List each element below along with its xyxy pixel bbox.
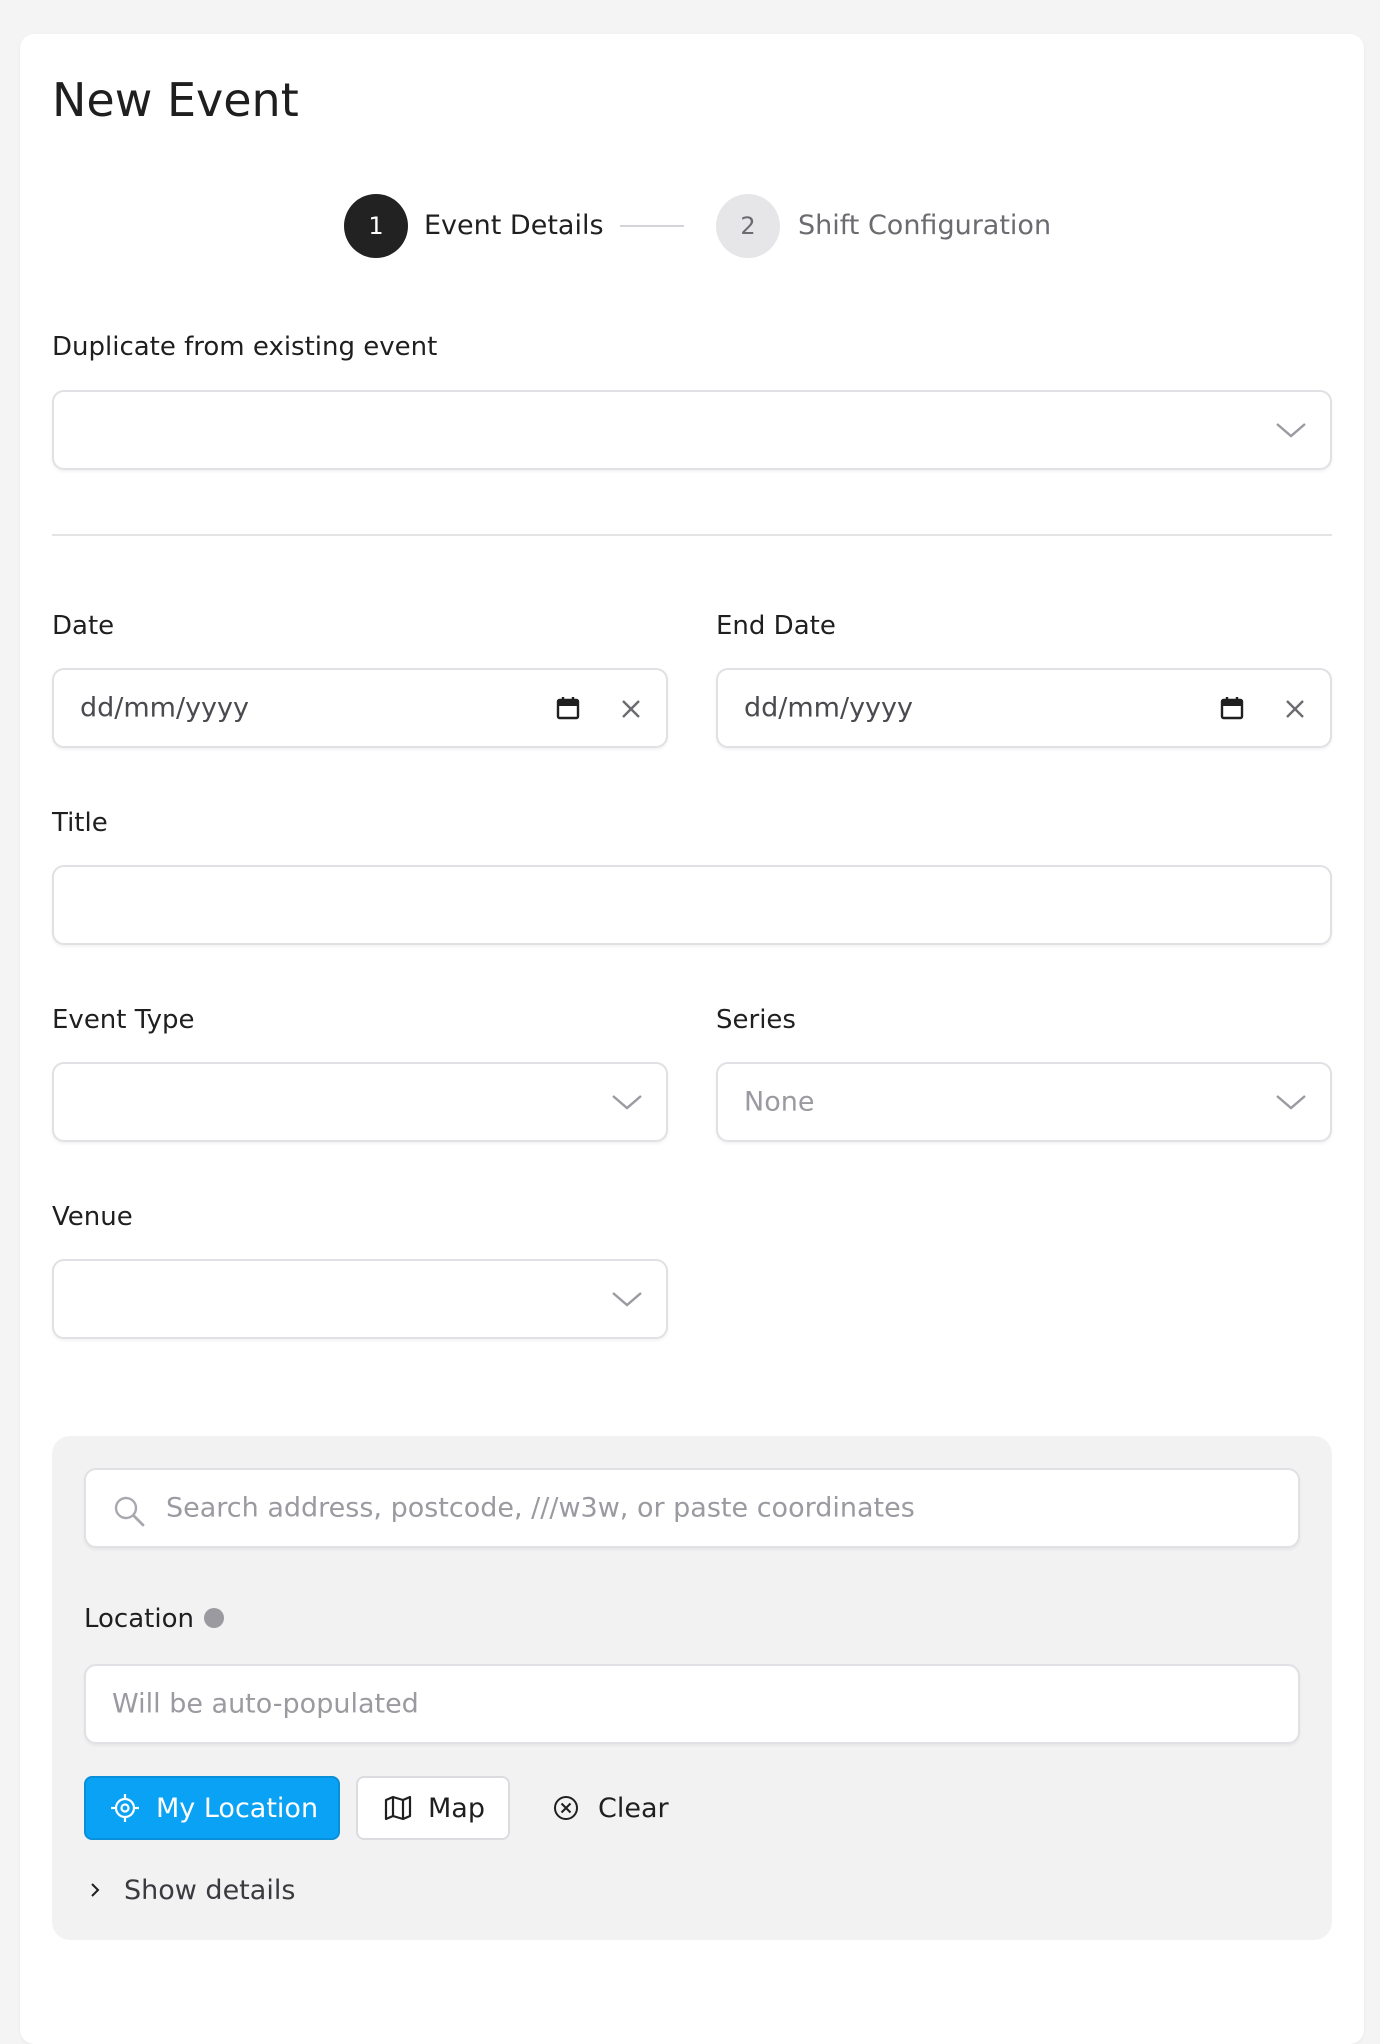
duplicate-select[interactable]: [52, 390, 1332, 470]
new-event-card: New Event 1 Event Details 2 Shift Config…: [20, 34, 1364, 2044]
crosshair-icon: [111, 1794, 139, 1822]
date-label: Date: [52, 611, 115, 641]
step-2-label: Shift Configuration: [798, 210, 1052, 241]
series-label: Series: [716, 1005, 796, 1035]
step-1-label: Event Details: [424, 210, 604, 241]
location-input[interactable]: Will be auto-populated: [84, 1664, 1300, 1744]
chevron-right-icon: [91, 1883, 100, 1897]
my-location-button[interactable]: My Location: [84, 1776, 340, 1840]
search-icon: [114, 1496, 145, 1527]
step-1-circle: 1: [344, 194, 408, 258]
clear-button[interactable]: Clear: [552, 1776, 692, 1840]
clear-label: Clear: [598, 1792, 669, 1824]
map-button[interactable]: Map: [356, 1776, 510, 1840]
address-search-placeholder: Search address, postcode, ///w3w, or pas…: [166, 1492, 915, 1524]
address-search-input[interactable]: Search address, postcode, ///w3w, or pas…: [84, 1468, 1300, 1548]
calendar-icon[interactable]: [1220, 696, 1244, 720]
end-date-label: End Date: [716, 611, 836, 641]
venue-select[interactable]: [52, 1259, 668, 1339]
series-select[interactable]: None: [716, 1062, 1332, 1142]
location-placeholder: Will be auto-populated: [112, 1688, 419, 1720]
clear-date-icon[interactable]: [620, 698, 642, 720]
map-label: Map: [428, 1792, 485, 1824]
show-details-toggle[interactable]: Show details: [88, 1866, 295, 1914]
event-type-label: Event Type: [52, 1005, 195, 1035]
section-divider: [52, 534, 1332, 536]
end-date-placeholder: dd/mm/yyyy: [744, 692, 913, 724]
venue-label: Venue: [52, 1202, 133, 1232]
end-date-input[interactable]: dd/mm/yyyy: [716, 668, 1332, 748]
clear-circle-icon: [554, 1796, 578, 1820]
page-title: New Event: [52, 73, 299, 127]
calendar-icon[interactable]: [556, 696, 580, 720]
date-input[interactable]: dd/mm/yyyy: [52, 668, 668, 748]
chevron-down-icon: [1276, 423, 1306, 438]
event-type-select[interactable]: [52, 1062, 668, 1142]
title-label: Title: [52, 808, 108, 838]
show-details-label: Show details: [124, 1874, 296, 1906]
location-label: Location: [84, 1604, 194, 1634]
location-status-dot: [204, 1608, 224, 1628]
clear-end-date-icon[interactable]: [1284, 698, 1306, 720]
duplicate-label: Duplicate from existing event: [52, 332, 438, 362]
my-location-label: My Location: [156, 1792, 319, 1824]
location-panel: Search address, postcode, ///w3w, or pas…: [52, 1436, 1332, 1940]
date-placeholder: dd/mm/yyyy: [80, 692, 249, 724]
series-value: None: [744, 1086, 815, 1118]
chevron-down-icon: [612, 1292, 642, 1307]
step-2-circle: 2: [716, 194, 780, 258]
map-icon: [384, 1795, 412, 1821]
stepper-connector: [620, 225, 684, 227]
title-input[interactable]: [52, 865, 1332, 945]
chevron-down-icon: [1276, 1095, 1306, 1110]
chevron-down-icon: [612, 1095, 642, 1110]
